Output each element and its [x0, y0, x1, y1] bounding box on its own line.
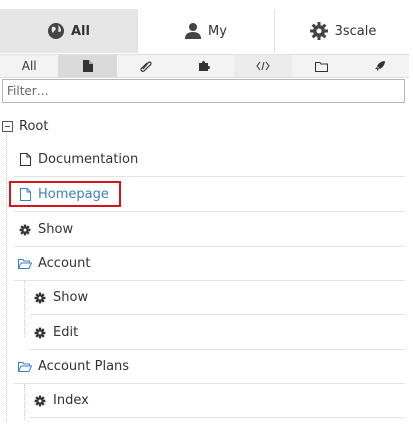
gear-icon	[33, 394, 47, 408]
filter-sections-button[interactable]	[292, 55, 350, 77]
filter-pages-button[interactable]	[58, 55, 117, 77]
rocket-icon	[374, 61, 385, 71]
selection-highlight	[9, 181, 121, 207]
type-filter-bar: All	[0, 54, 409, 78]
tree-node-account-plans[interactable]: Account Plans	[14, 350, 405, 384]
collapse-icon[interactable]	[0, 119, 14, 133]
filter-all-button[interactable]: All	[0, 55, 58, 77]
tree-guide-line	[24, 281, 25, 337]
tree-node-label: Account Plans	[38, 359, 130, 374]
user-icon	[184, 22, 202, 40]
folder-open-icon	[18, 257, 32, 271]
filter-partials-button[interactable]	[175, 55, 233, 77]
tree-node-label: Edit	[53, 325, 79, 340]
code-icon	[256, 61, 270, 71]
file-icon	[18, 153, 32, 167]
tree-node-label: Index	[53, 393, 89, 408]
tree-node-show[interactable]: Show	[14, 213, 405, 247]
tree-root[interactable]: Root	[0, 109, 405, 143]
tree-node-label: Show	[38, 222, 74, 237]
tree-root-label: Root	[19, 118, 49, 134]
file-icon	[82, 60, 93, 72]
filter-input[interactable]	[2, 79, 405, 103]
gear-icon	[33, 326, 47, 340]
tree-node-account-edit[interactable]: Edit	[30, 316, 405, 350]
tab-3scale-label: 3scale	[334, 23, 377, 39]
tab-all[interactable]: All	[0, 9, 137, 53]
tree-guide-line	[24, 384, 25, 420]
puzzle-icon	[199, 61, 211, 71]
tree-node-account[interactable]: Account	[14, 247, 405, 281]
tree-node-documentation[interactable]: Documentation	[14, 143, 405, 177]
globe-icon	[47, 22, 65, 40]
tab-divider	[137, 9, 138, 53]
tree-node-label: Documentation	[38, 152, 139, 167]
tab-divider	[274, 9, 275, 53]
filter-all-label: All	[21, 59, 37, 73]
filter-attachments-button[interactable]	[117, 55, 175, 77]
tree-guide-line	[6, 130, 7, 422]
tree-node-account-plans-index[interactable]: Index	[30, 384, 405, 418]
folder-icon	[314, 61, 328, 72]
filter-portlets-button[interactable]	[351, 55, 409, 77]
tab-my-label: My	[208, 23, 227, 39]
paperclip-icon	[140, 61, 152, 72]
filter-layouts-button[interactable]	[233, 55, 293, 77]
gear-icon	[33, 291, 47, 305]
tab-my[interactable]: My	[137, 9, 274, 53]
gear-icon	[18, 223, 32, 237]
folder-open-icon	[18, 360, 32, 374]
tree-node-label: Account	[38, 256, 91, 271]
gear-icon	[309, 21, 329, 41]
tree-node-account-show[interactable]: Show	[30, 281, 405, 315]
tree-node-label: Show	[53, 290, 89, 305]
tab-3scale[interactable]: 3scale	[274, 9, 411, 53]
scope-tabs: All My 3scale	[0, 9, 413, 53]
tab-all-label: All	[71, 23, 90, 39]
